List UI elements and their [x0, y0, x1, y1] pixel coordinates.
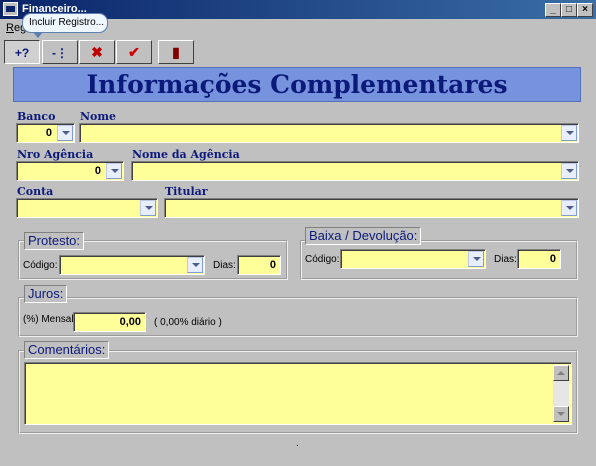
cancel-button[interactable]: ✖	[79, 40, 115, 64]
chevron-down-icon[interactable]	[140, 200, 156, 216]
juros-diario-text: ( 0,00% diário )	[154, 317, 222, 328]
confirm-button[interactable]: ✔	[116, 40, 152, 64]
close-button[interactable]: ×	[577, 3, 593, 17]
nome-select[interactable]	[79, 123, 579, 143]
titular-label: Titular	[165, 185, 208, 198]
protesto-dias-input[interactable]: 0	[237, 255, 281, 275]
chevron-down-icon[interactable]	[57, 125, 73, 141]
nome-agencia-label: Nome da Agência	[132, 148, 240, 161]
cancel-x-icon: ✖	[91, 44, 103, 60]
juros-mensal-input[interactable]: 0,00	[73, 312, 146, 332]
baixa-codigo-select[interactable]	[340, 249, 486, 269]
baixa-legend: Baixa / Devolução:	[305, 227, 422, 245]
protesto-codigo-label: Código:	[23, 260, 58, 271]
protesto-legend: Protesto:	[24, 232, 85, 250]
delete-row-button[interactable]: -⋮	[42, 40, 78, 64]
minimize-button[interactable]: _	[545, 3, 561, 17]
exit-button[interactable]: ▮	[158, 40, 194, 64]
baixa-codigo-label: Código:	[305, 254, 340, 265]
banco-select[interactable]: 0	[16, 123, 75, 143]
chevron-down-icon[interactable]	[561, 125, 577, 141]
comentarios-scrollbar[interactable]	[553, 365, 569, 422]
insert-record-icon: +?	[14, 46, 30, 60]
conta-select[interactable]	[16, 198, 158, 218]
nro-agencia-label: Nro Agência	[17, 148, 94, 161]
confirm-check-icon: ✔	[128, 44, 140, 60]
nome-agencia-select[interactable]	[131, 161, 579, 181]
banco-label: Banco	[17, 110, 56, 123]
maximize-button[interactable]: □	[561, 3, 577, 17]
conta-label: Conta	[17, 185, 54, 198]
page-title: Informações Complementares	[13, 67, 581, 102]
app-icon	[3, 2, 18, 16]
baixa-dias-label: Dias:	[494, 254, 517, 265]
nro-agencia-value: 0	[94, 165, 101, 177]
comentarios-textarea[interactable]	[24, 362, 572, 425]
chevron-down-icon[interactable]	[561, 163, 577, 179]
delete-row-icon: -⋮	[52, 46, 68, 60]
chevron-down-icon[interactable]	[561, 200, 577, 216]
juros-legend: Juros:	[24, 285, 68, 303]
insert-record-button[interactable]: +?	[4, 40, 40, 64]
chevron-down-icon[interactable]	[468, 251, 484, 267]
scroll-up-icon[interactable]	[553, 365, 569, 381]
chevron-down-icon[interactable]	[106, 163, 122, 179]
scroll-down-icon[interactable]	[553, 406, 569, 422]
protesto-dias-label: Dias:	[213, 260, 236, 271]
banco-value: 0	[45, 127, 52, 139]
protesto-codigo-select[interactable]	[59, 255, 205, 275]
chevron-down-icon[interactable]	[187, 257, 203, 273]
tooltip: Incluir Registro...	[22, 13, 108, 38]
comentarios-legend: Comentários:	[24, 341, 110, 359]
status-text: .	[296, 438, 299, 449]
juros-mensal-label: (%) Mensal	[23, 314, 74, 325]
baixa-dias-input[interactable]: 0	[517, 249, 561, 269]
exit-door-icon: ▮	[172, 44, 180, 60]
titular-select[interactable]	[164, 198, 579, 218]
nro-agencia-select[interactable]: 0	[16, 161, 124, 181]
nome-label: Nome	[80, 110, 117, 123]
